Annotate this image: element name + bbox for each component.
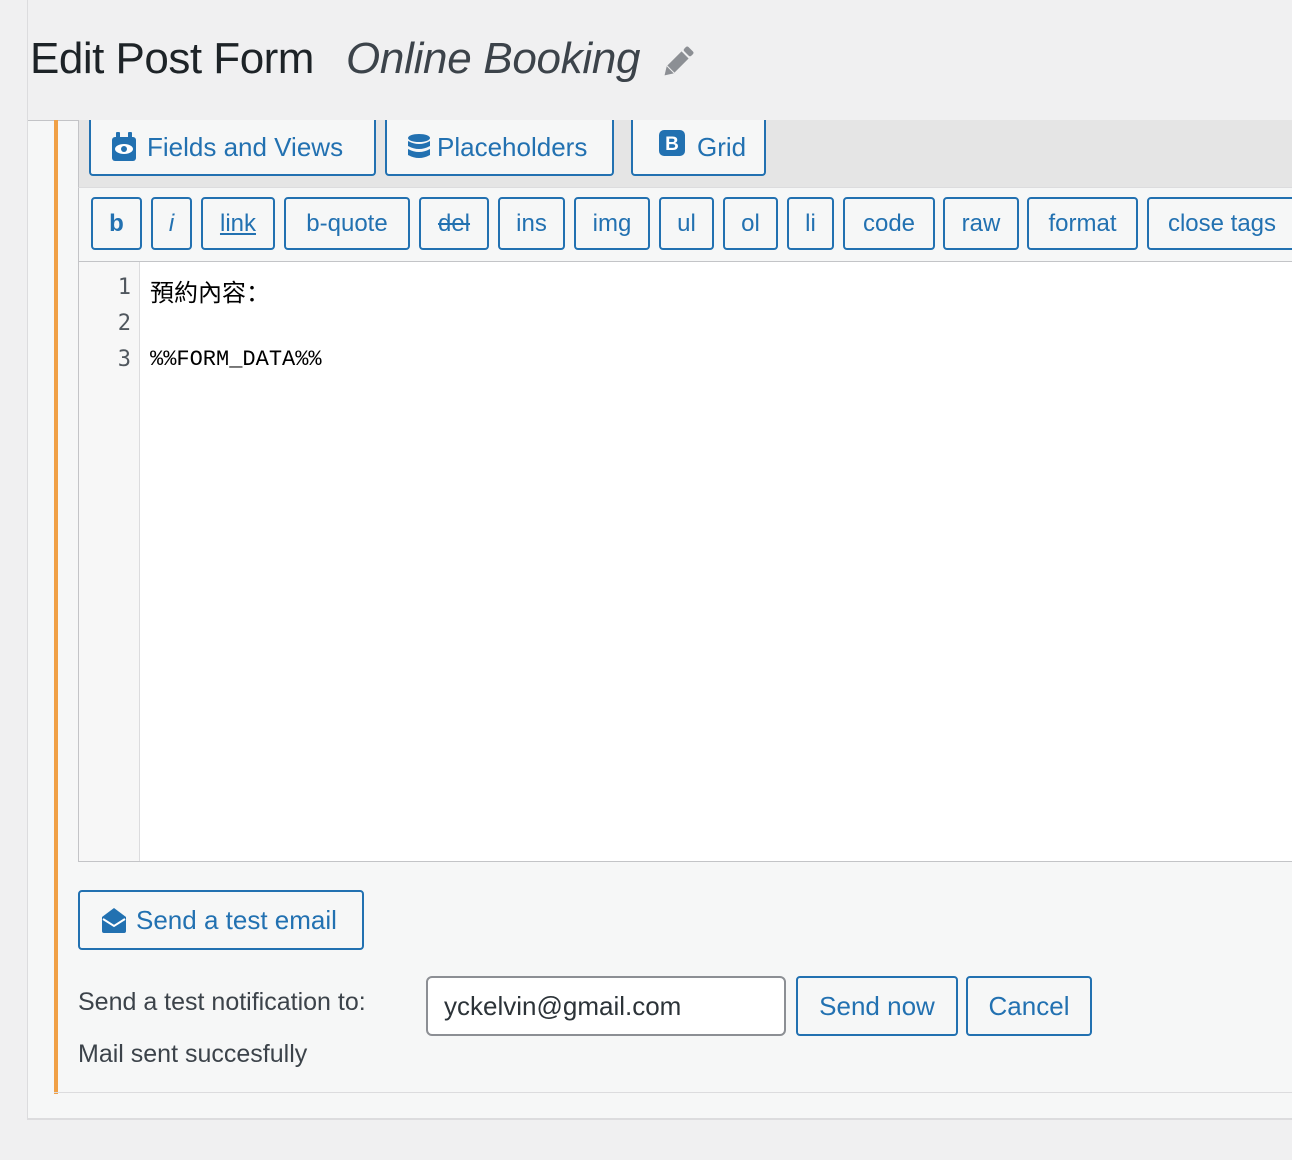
page-header: Edit Post Form Online Booking [0, 0, 1292, 120]
form-name[interactable]: Online Booking [346, 34, 641, 84]
page-title: Edit Post Form [30, 34, 314, 83]
database-icon [408, 134, 430, 158]
qt-italic-button[interactable]: i [151, 197, 192, 250]
quicktags-toolbar: b i link b-quote del ins img ul ol li co… [78, 188, 1292, 262]
send-test-email-button[interactable]: Send a test email [78, 890, 364, 950]
line-number: 3 [117, 347, 131, 372]
pencil-icon[interactable] [658, 42, 698, 82]
tab-label: Fields and Views [147, 131, 344, 162]
tab-label: Grid [697, 131, 747, 162]
tab-fields-and-views[interactable]: Fields and Views [89, 120, 376, 176]
tab-placeholders[interactable]: Placeholders [385, 120, 614, 176]
qt-del-button[interactable]: del [419, 197, 489, 250]
qt-li-button[interactable]: li [787, 197, 834, 250]
qt-raw-button[interactable]: raw [943, 197, 1019, 250]
editor-tabs: Fields and Views Placeholders B Grid [78, 120, 1292, 188]
code-line[interactable]: 預約內容： [150, 273, 270, 308]
code-line[interactable]: %%FORM_DATA%% [150, 347, 322, 372]
line-number: 1 [117, 275, 131, 300]
page: Edit Post Form Online Booking Fields and… [0, 0, 1292, 1160]
qt-format-button[interactable]: format [1027, 197, 1138, 250]
line-number-gutter: 1 2 3 [79, 262, 140, 861]
orange-accent-bar [54, 120, 58, 1094]
svg-text:B: B [665, 134, 679, 155]
qt-code-button[interactable]: code [843, 197, 935, 250]
tab-label: Placeholders [437, 131, 588, 162]
panel-divider [54, 1092, 1292, 1093]
envelope-open-icon [102, 908, 126, 933]
qt-img-button[interactable]: img [574, 197, 650, 250]
qt-bquote-button[interactable]: b-quote [284, 197, 410, 250]
test-email-input[interactable] [426, 976, 786, 1036]
cancel-button[interactable]: Cancel [966, 976, 1092, 1036]
send-now-button[interactable]: Send now [796, 976, 958, 1036]
qt-ul-button[interactable]: ul [659, 197, 714, 250]
qt-close-tags-button[interactable]: close tags [1147, 197, 1292, 250]
line-number: 2 [117, 311, 131, 336]
qt-ol-button[interactable]: ol [723, 197, 778, 250]
qt-link-button[interactable]: link [201, 197, 275, 250]
send-test-email-label: Send a test email [136, 904, 337, 935]
qt-ins-button[interactable]: ins [498, 197, 565, 250]
eye-calendar-icon [112, 132, 136, 161]
code-editor[interactable]: 1 2 3 預約內容： %%FORM_DATA%% [78, 262, 1292, 862]
status-message: Mail sent succesfully [78, 1040, 308, 1068]
tab-grid[interactable]: B Grid [631, 120, 766, 176]
bootstrap-b-icon: B [659, 130, 685, 156]
qt-bold-button[interactable]: b [91, 197, 142, 250]
notify-label: Send a test notification to: [78, 988, 366, 1016]
